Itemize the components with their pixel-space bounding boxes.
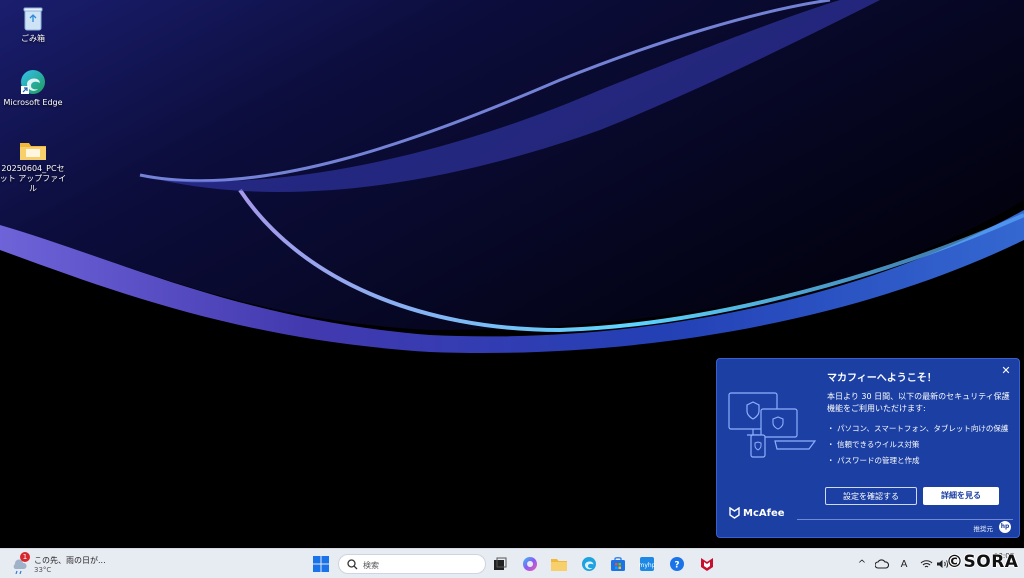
- close-icon[interactable]: ✕: [999, 364, 1013, 378]
- weather-widget[interactable]: 1 この先、雨の日が... 33°C: [10, 552, 120, 576]
- cloud-icon: [875, 559, 889, 569]
- list-item: パスワードの管理と作成: [827, 455, 1017, 466]
- windows-logo-icon: [313, 556, 329, 572]
- devices-illustration-icon: [728, 392, 817, 458]
- help-icon: ?: [670, 557, 684, 571]
- mcafee-shield-icon: [701, 558, 713, 571]
- desktop-icon-label: Microsoft Edge: [3, 98, 63, 107]
- mcafee-brand-text: McAfee: [743, 507, 785, 519]
- svg-text:?: ?: [674, 561, 679, 571]
- taskbar-search[interactable]: [338, 554, 486, 574]
- recommended-by-text: 推奨元: [973, 525, 994, 533]
- weather-temperature: 33°C: [34, 566, 52, 574]
- list-item: パソコン、スマートフォン、タブレット向けの保護: [827, 423, 1017, 434]
- wifi-signal-icon: [920, 560, 932, 568]
- weather-text: この先、雨の日が...: [34, 556, 106, 565]
- desktop-icon-edge[interactable]: Microsoft Edge: [0, 68, 68, 108]
- check-settings-button[interactable]: 設定を確認する: [825, 487, 917, 505]
- mcafee-shield-icon: [729, 507, 740, 519]
- copilot-icon: [523, 557, 537, 571]
- edge-icon: [582, 557, 596, 571]
- start-button[interactable]: [311, 554, 331, 574]
- watermark-text: ©SORA: [946, 552, 1019, 572]
- desktop-icon-label: 20250604_PCセット アップファイル: [0, 164, 67, 193]
- weather-notification-badge: 1: [20, 552, 30, 562]
- task-view-button[interactable]: [490, 554, 510, 574]
- edge-icon: [21, 70, 45, 94]
- wifi-icon[interactable]: [918, 556, 934, 572]
- taskbar: 1 この先、雨の日が... 33°C 検索 myhp ? ^ A 22:07: [0, 548, 1024, 578]
- list-item: 信頼できるウイルス対策: [827, 439, 1017, 450]
- svg-text:myhp: myhp: [639, 562, 655, 569]
- edge-taskbar-button[interactable]: [579, 554, 599, 574]
- popup-intro-text: 本日より 30 日間、以下の最新のセキュリティ保護機能をご利用いただけます:: [827, 392, 1010, 413]
- ime-mode-indicator[interactable]: A: [896, 556, 912, 572]
- desktop: ごみ箱 Microsoft Edge 20250604_PCセット アップファイ…: [0, 0, 1024, 578]
- folder-icon: [551, 558, 567, 571]
- store-icon: [611, 557, 625, 571]
- popup-divider: [797, 519, 1013, 520]
- copilot-button[interactable]: [520, 554, 540, 574]
- desktop-icon-recycle-bin[interactable]: ごみ箱: [0, 6, 68, 44]
- search-icon: [347, 559, 358, 570]
- desktop-icon-setup-folder[interactable]: 20250604_PCセット アップファイル: [0, 138, 68, 194]
- mcafee-logo: McAfee: [729, 507, 785, 519]
- folder-icon: [20, 143, 46, 160]
- desktop-icon-label: ごみ箱: [21, 34, 45, 43]
- mcafee-taskbar-button[interactable]: [697, 554, 717, 574]
- help-button[interactable]: ?: [667, 554, 687, 574]
- feature-list: パソコン、スマートフォン、タブレット向けの保護 信頼できるウイルス対策 パスワー…: [827, 423, 1017, 471]
- file-explorer-button[interactable]: [549, 554, 569, 574]
- show-hidden-icons-button[interactable]: ^: [854, 556, 870, 572]
- recycle-bin-icon: [23, 7, 43, 31]
- task-view-icon: [494, 557, 507, 570]
- hp-app-icon: myhp: [639, 557, 655, 571]
- mcafee-welcome-popup: マカフィーへようこそ！ ✕ 本日より 30 日間、以下の最新のセキュリティ保護機…: [716, 358, 1020, 538]
- microsoft-store-button[interactable]: [608, 554, 628, 574]
- popup-title: マカフィーへようこそ！: [827, 373, 937, 384]
- search-input[interactable]: [361, 557, 475, 573]
- view-details-button[interactable]: 詳細を見る: [923, 487, 999, 505]
- hp-app-button[interactable]: myhp: [637, 554, 657, 574]
- hp-logo: hp: [999, 521, 1011, 533]
- cloud-sync-icon[interactable]: [874, 556, 890, 572]
